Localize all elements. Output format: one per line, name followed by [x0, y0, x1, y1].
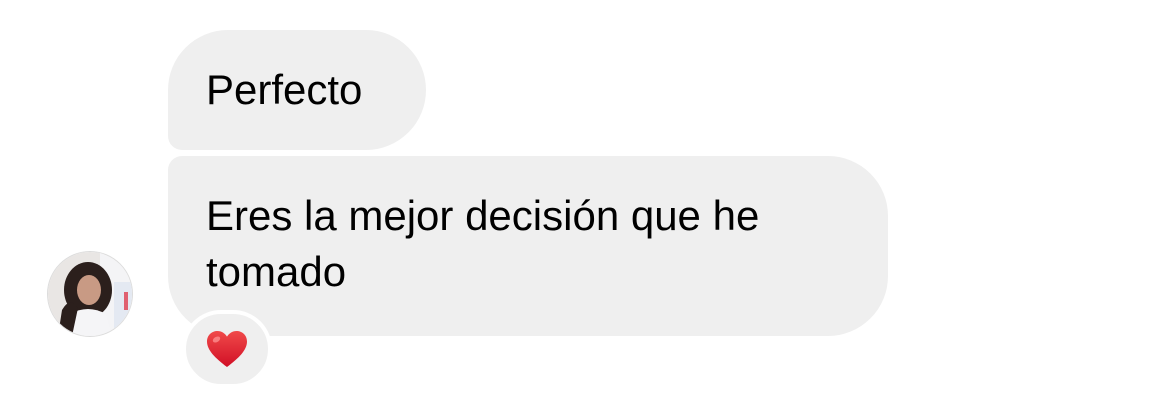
avatar-photo — [48, 252, 132, 336]
message-bubble[interactable]: Eres la mejor decisión que he tomado — [168, 156, 888, 336]
chat-thread: Perfecto Eres la mejor decisión que he t… — [0, 0, 1170, 403]
reaction-badge[interactable] — [182, 310, 272, 388]
avatar[interactable] — [48, 252, 132, 336]
message-bubble[interactable]: Perfecto — [168, 30, 426, 150]
message-text: Eres la mejor decisión que he tomado — [206, 192, 771, 295]
message-text: Perfecto — [206, 66, 363, 113]
red-heart-icon — [207, 331, 247, 367]
